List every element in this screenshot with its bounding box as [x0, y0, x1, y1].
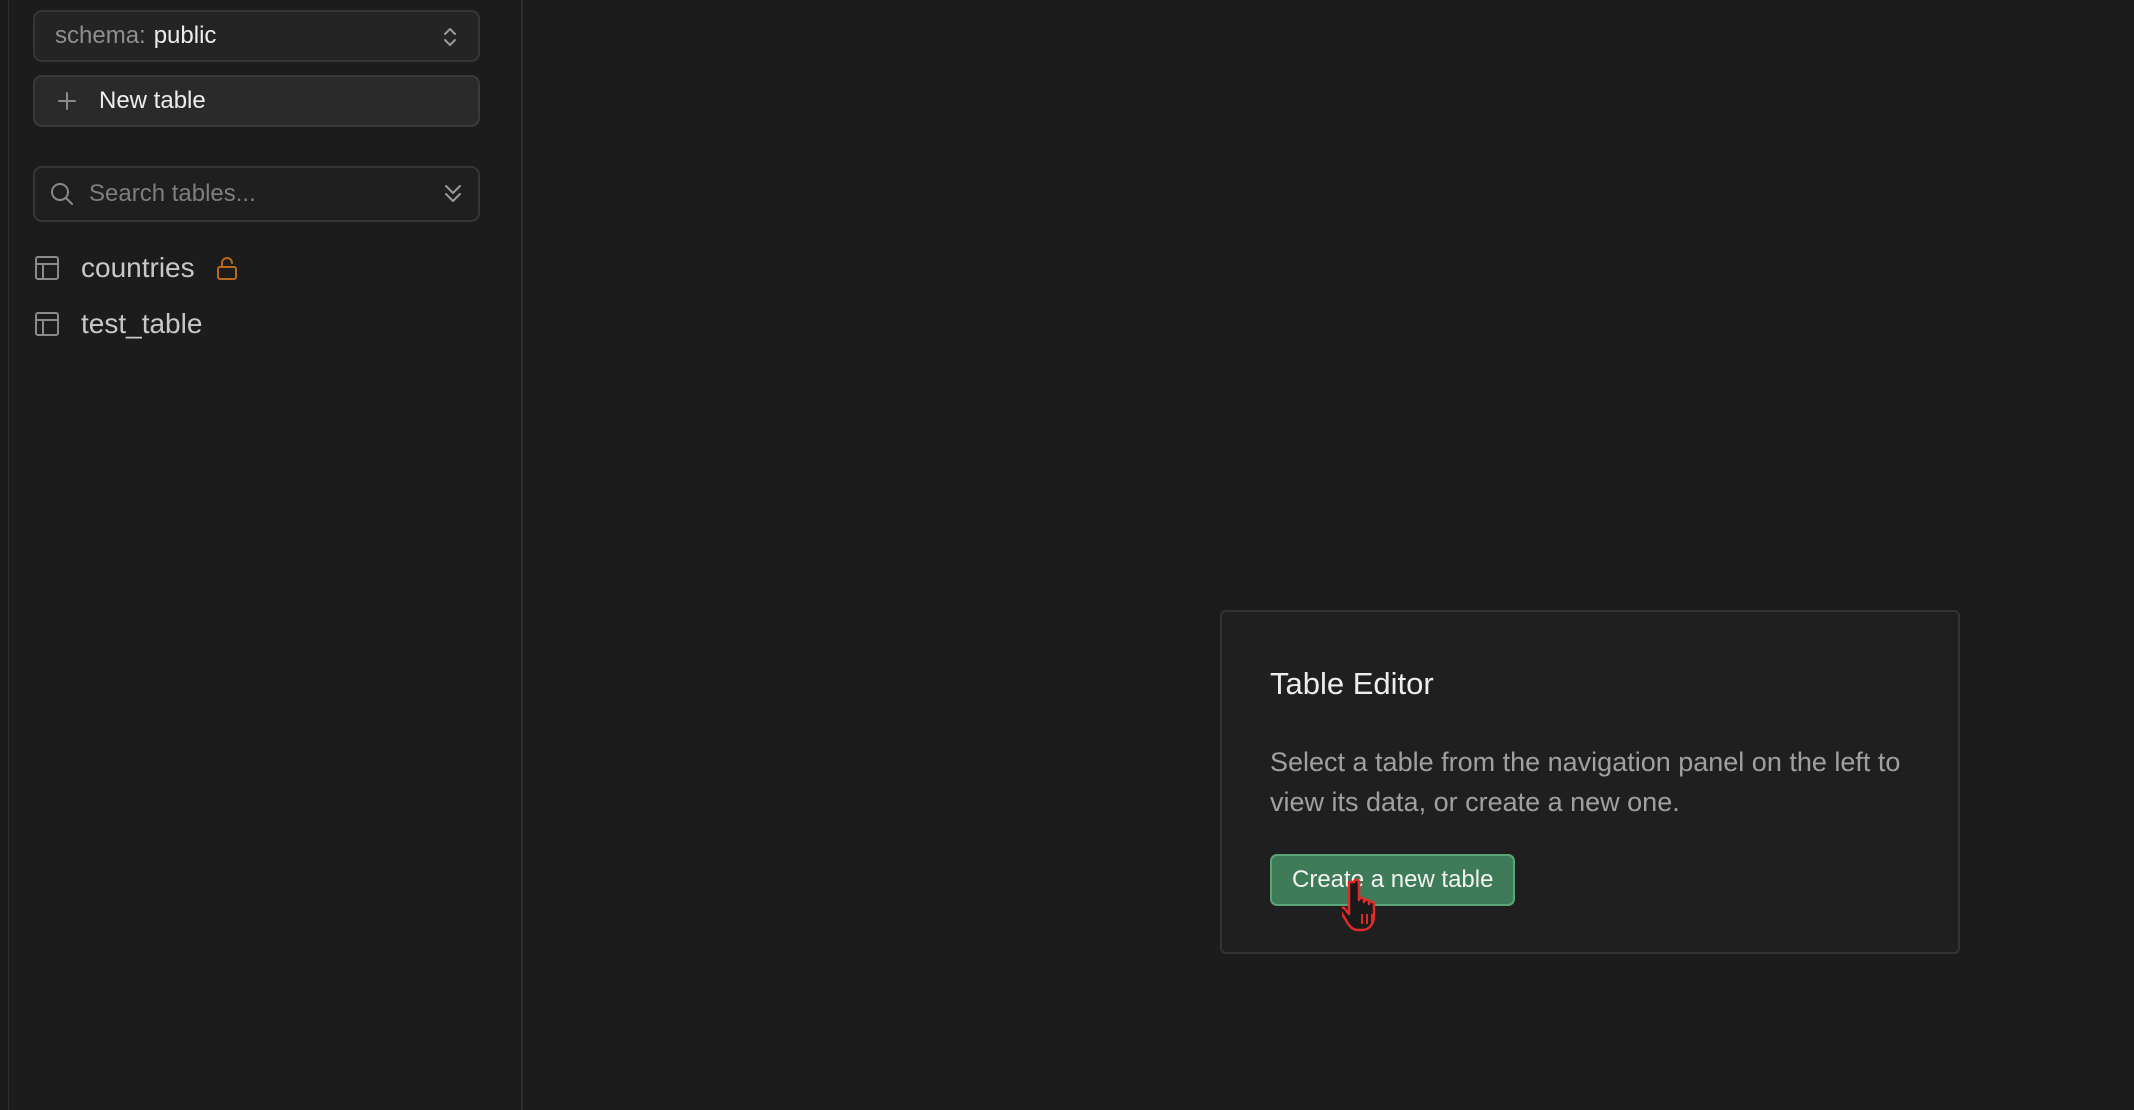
- table-icon: [35, 256, 59, 280]
- card-description: Select a table from the navigation panel…: [1270, 747, 1901, 817]
- new-table-button[interactable]: New table: [33, 75, 480, 127]
- unlock-icon: [216, 257, 237, 280]
- table-icon: [35, 312, 59, 336]
- schema-value: public: [153, 22, 217, 49]
- search-icon: [51, 183, 73, 205]
- table-name: test_table: [81, 308, 203, 339]
- table-sidebar: schema: public New table Search tables..…: [9, 0, 523, 1110]
- table-list: countries test_table: [33, 240, 480, 352]
- chevron-up-down-icon: [444, 28, 456, 46]
- create-table-button[interactable]: Create a new table: [1270, 854, 1516, 906]
- chevrons-down-icon[interactable]: [442, 181, 464, 207]
- schema-selector[interactable]: schema: public: [33, 10, 480, 62]
- plus-icon: [58, 92, 76, 110]
- activity-bar: [0, 0, 9, 1110]
- search-tables-box: [33, 166, 480, 222]
- list-item[interactable]: test_table: [33, 296, 480, 352]
- schema-prefix-label: schema:: [55, 22, 146, 49]
- table-name: countries: [81, 252, 195, 283]
- list-item[interactable]: countries: [33, 240, 480, 296]
- app-window: schema: public New table Search tables..…: [0, 0, 2134, 1110]
- new-table-label: New table: [99, 87, 206, 114]
- card-title: Table Editor: [1270, 666, 1434, 701]
- search-input[interactable]: [89, 180, 434, 208]
- table-editor-card: Table Editor Select a table from the nav…: [1220, 610, 1960, 954]
